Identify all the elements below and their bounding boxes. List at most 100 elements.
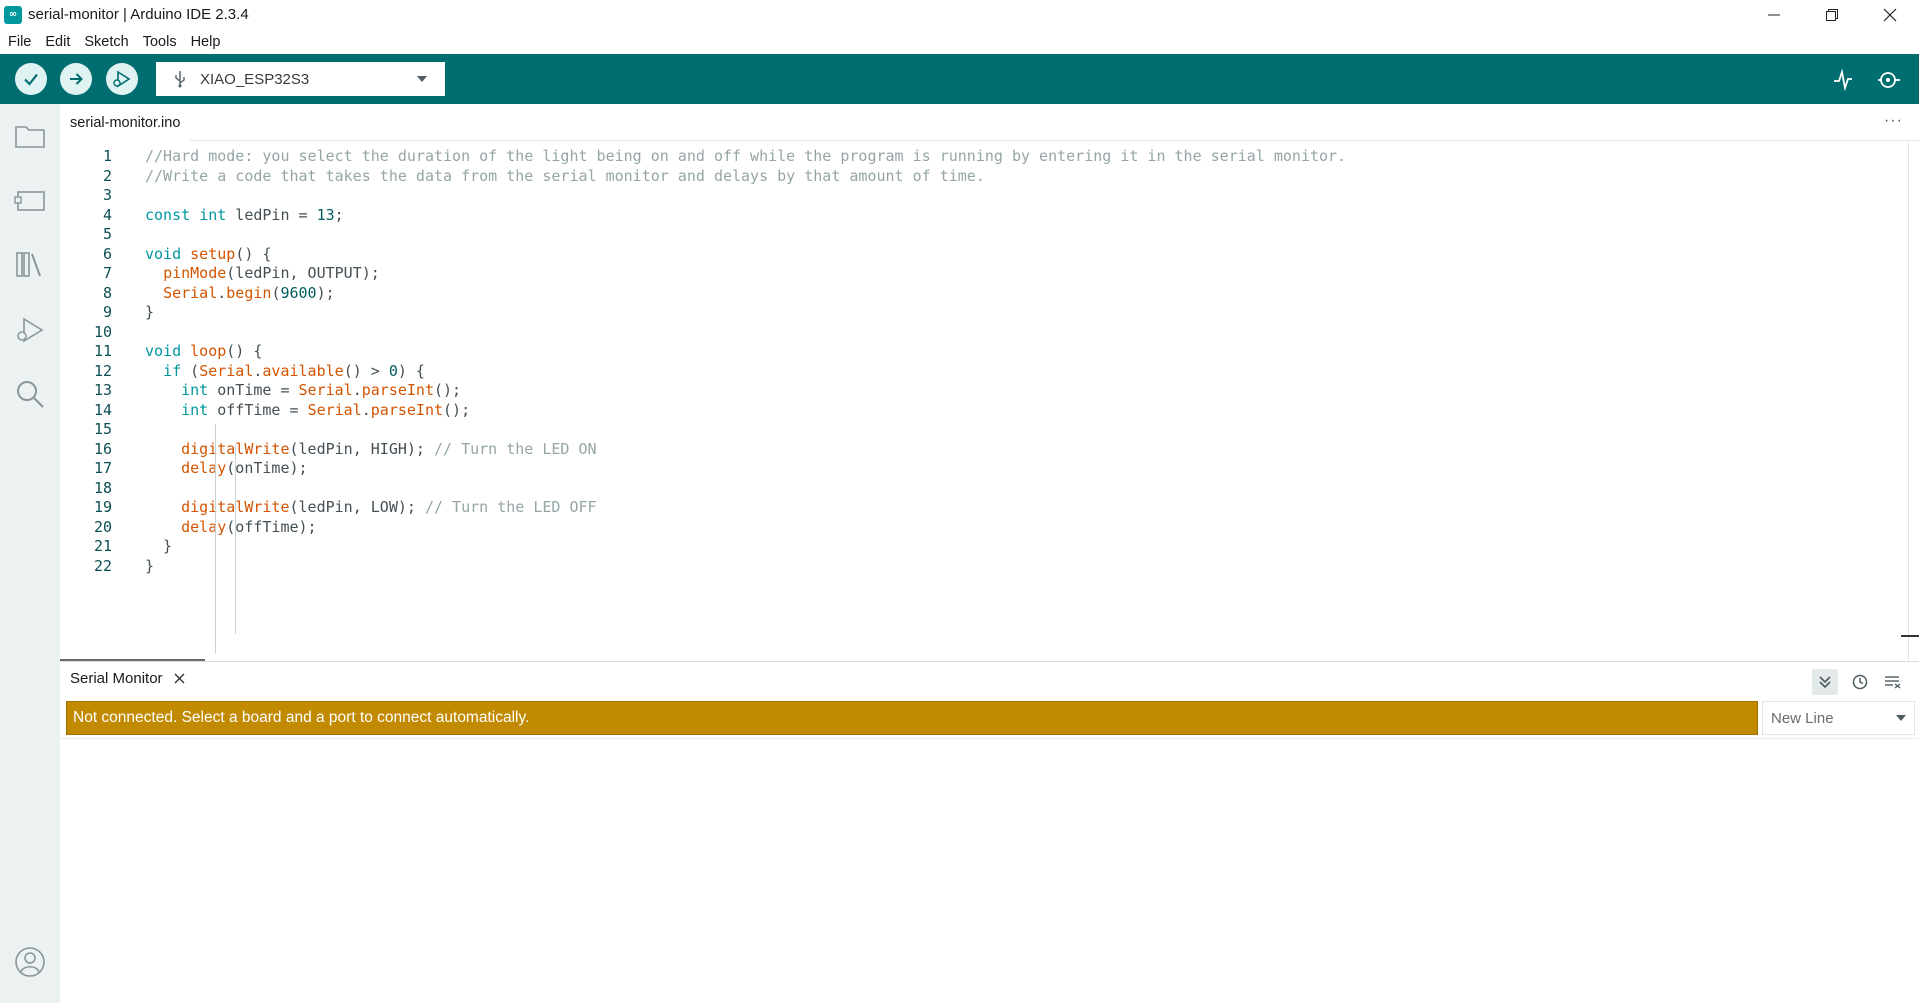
- code-token: ) {: [397, 361, 425, 380]
- message-input-notice[interactable]: Not connected. Select a board and a port…: [66, 701, 1758, 735]
- minimize-icon: [1768, 14, 1780, 15]
- code-line[interactable]: 22}: [60, 554, 1910, 578]
- title-bar: ∞ serial-monitor | Arduino IDE 2.3.4: [0, 0, 1919, 29]
- code-token: available: [262, 361, 344, 380]
- debug-icon: [17, 317, 44, 343]
- line-ending-value: New Line: [1771, 709, 1834, 727]
- code-token: Serial: [298, 381, 353, 399]
- indent-guide: [215, 424, 216, 654]
- restore-button[interactable]: [1803, 0, 1861, 29]
- code-token: loop: [190, 342, 227, 360]
- check-icon: [24, 73, 38, 86]
- close-panel-button[interactable]: [173, 672, 187, 686]
- code-token: int: [181, 381, 209, 399]
- menu-file[interactable]: File: [8, 34, 31, 50]
- clear-output-button[interactable]: [1880, 669, 1906, 695]
- code-token: (onTime);: [226, 459, 308, 477]
- chevron-double-down-icon: [1819, 676, 1831, 689]
- code-token: begin: [226, 283, 272, 302]
- code-token: (ledPin, HIGH);: [289, 439, 434, 458]
- code-token: void: [145, 244, 182, 263]
- tab-serial-monitor-ino[interactable]: serial-monitor.ino: [60, 104, 191, 141]
- code-token: 9600: [280, 283, 317, 302]
- debug-panel-button[interactable]: [12, 312, 48, 348]
- code-token: void: [145, 342, 182, 360]
- serial-output-area[interactable]: [60, 738, 1919, 1003]
- code-token: Serial: [163, 283, 218, 302]
- arrow-right-icon: [70, 73, 83, 85]
- autoscroll-toggle[interactable]: [1812, 669, 1838, 695]
- code-token: const: [145, 205, 191, 224]
- clear-output-icon: [1885, 676, 1901, 689]
- code-token: int: [181, 400, 209, 419]
- serial-monitor-button[interactable]: [1876, 67, 1902, 93]
- search-button[interactable]: [12, 376, 48, 412]
- more-actions-button[interactable]: ···: [1884, 112, 1903, 130]
- upload-button[interactable]: [60, 63, 92, 95]
- usb-icon: [170, 70, 190, 88]
- overview-ruler-mark: [1901, 635, 1919, 637]
- verify-button[interactable]: [15, 63, 47, 95]
- board-name: XIAO_ESP32S3: [200, 70, 310, 88]
- chevron-down-icon: [1896, 715, 1906, 721]
- timestamp-toggle[interactable]: [1847, 669, 1873, 695]
- code-token: if: [163, 361, 182, 380]
- serial-plotter-button[interactable]: [1830, 67, 1856, 93]
- boards-manager-button[interactable]: [12, 182, 48, 218]
- board-selector[interactable]: XIAO_ESP32S3: [156, 62, 445, 96]
- activity-bar: [0, 104, 60, 1003]
- line-ending-select[interactable]: New Line: [1762, 701, 1915, 735]
- code-token: (ledPin, OUTPUT);: [226, 264, 380, 282]
- code-token: parseInt: [361, 381, 434, 399]
- code-token: parseInt: [370, 400, 444, 419]
- window-controls: [1745, 0, 1919, 29]
- code-editor[interactable]: 1//Hard mode: you select the duration of…: [60, 141, 1919, 661]
- chevron-down-icon: [417, 76, 427, 82]
- editor-tab-bar: serial-monitor.ino ···: [60, 104, 1919, 141]
- arduino-logo-icon: ∞: [4, 5, 22, 24]
- code-token: delay: [181, 517, 227, 536]
- restore-icon: [1826, 8, 1838, 21]
- code-token: onTime =: [208, 381, 299, 399]
- vertical-scrollbar[interactable]: [1908, 141, 1909, 661]
- code-token: ;: [334, 205, 344, 224]
- debug-icon: [113, 70, 131, 88]
- code-token: .: [361, 400, 371, 419]
- tab-serial-monitor[interactable]: Serial Monitor: [70, 670, 187, 687]
- library-manager-button[interactable]: [12, 246, 48, 282]
- code-token: delay: [181, 459, 227, 477]
- minimize-button[interactable]: [1745, 0, 1803, 29]
- code-token: .: [217, 283, 227, 302]
- debug-button[interactable]: [106, 63, 138, 95]
- code-token: Serial: [307, 400, 362, 419]
- close-icon: [1883, 8, 1897, 21]
- close-window-button[interactable]: [1861, 0, 1919, 29]
- profile-button[interactable]: [12, 944, 48, 980]
- library-icon: [16, 252, 41, 277]
- menu-sketch[interactable]: Sketch: [84, 34, 128, 50]
- code-token: //Hard mode: you select the duration of …: [145, 147, 1347, 165]
- menu-bar: File Edit Sketch Tools Help: [0, 29, 1919, 54]
- code-token: // Turn the LED ON: [434, 439, 597, 458]
- code-token: () >: [343, 361, 389, 380]
- code-token: }: [145, 303, 155, 321]
- window-title: serial-monitor | Arduino IDE 2.3.4: [28, 6, 249, 23]
- code-token: pinMode: [163, 264, 227, 282]
- code-token: );: [316, 283, 335, 302]
- menu-help[interactable]: Help: [191, 34, 221, 50]
- sketchbook-button[interactable]: [12, 118, 48, 154]
- indent-guide: [235, 444, 236, 634]
- menu-tools[interactable]: Tools: [143, 34, 177, 50]
- code-token: 0: [388, 361, 398, 380]
- user-icon: [15, 947, 45, 977]
- menu-edit[interactable]: Edit: [45, 34, 70, 50]
- code-token: (offTime);: [226, 517, 317, 536]
